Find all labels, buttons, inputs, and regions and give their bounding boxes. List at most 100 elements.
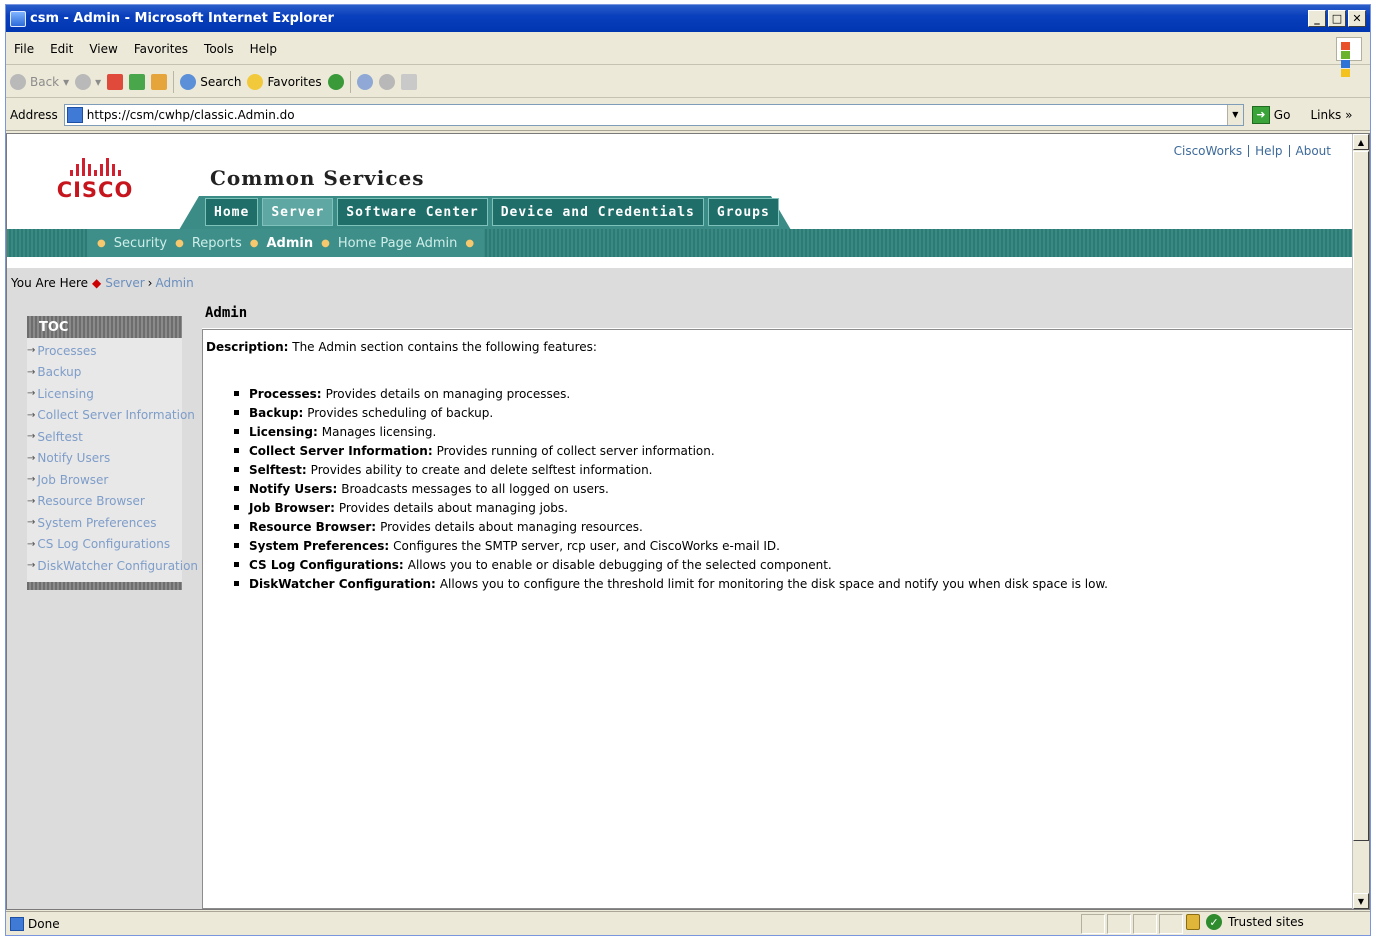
- top-link-ciscoworks[interactable]: CiscoWorks: [1174, 144, 1243, 158]
- menu-edit[interactable]: Edit: [42, 42, 81, 56]
- toc-item-collect-server-information[interactable]: → Collect Server Information: [27, 405, 195, 427]
- scroll-up-icon[interactable]: ▲: [1353, 134, 1369, 150]
- title-bar: csm - Admin - Microsoft Internet Explore…: [6, 5, 1370, 32]
- minimize-button[interactable]: _: [1308, 10, 1326, 27]
- toc-item-label: Notify Users: [37, 451, 111, 466]
- feature-text: Provides running of collect server infor…: [436, 443, 715, 458]
- bullet-icon: [234, 581, 239, 586]
- tab-device-and-credentials[interactable]: Device and Credentials: [491, 198, 704, 226]
- toc-panel: TOC → Processes → Backup → Licensing → Colle…: [27, 316, 198, 590]
- browser-window: csm - Admin - Microsoft Internet Explore…: [5, 4, 1371, 936]
- status-bar: Done ✓ Trusted sites: [6, 911, 1370, 935]
- toc-item-label: Resource Browser: [37, 494, 145, 509]
- search-button[interactable]: Search: [180, 73, 241, 90]
- feature-text: Broadcasts messages to all logged on use…: [341, 481, 609, 496]
- toc-item-licensing[interactable]: → Licensing: [27, 383, 182, 405]
- feature-text: Provides details about managing resource…: [380, 519, 643, 534]
- page-viewport: CISCO Common Services CiscoWorks Help Ab…: [6, 133, 1370, 910]
- favorites-button[interactable]: Favorites: [247, 73, 322, 90]
- list-item: Backup: Provides scheduling of backup.: [234, 403, 1349, 422]
- toc-item-system-preferences[interactable]: → System Preferences: [27, 512, 182, 534]
- link-divider: [1288, 145, 1290, 157]
- list-item: Resource Browser: Provides details about …: [234, 517, 1349, 536]
- scroll-down-icon[interactable]: ▼: [1353, 893, 1369, 909]
- toc-item-diskwatcher-configuration[interactable]: → DiskWatcher Configuration: [27, 555, 198, 577]
- toc-item-selftest[interactable]: → Selftest: [27, 426, 182, 448]
- menu-bar: File Edit View Favorites Tools Help: [6, 33, 1370, 77]
- toc-item-label: System Preferences: [37, 515, 157, 530]
- breadcrumb-arrow-icon: ›: [147, 276, 153, 290]
- window-title: csm - Admin - Microsoft Internet Explore…: [30, 11, 334, 26]
- status-text: Done: [28, 916, 60, 931]
- toc-item-label: Backup: [37, 365, 82, 380]
- breadcrumb-admin[interactable]: Admin: [155, 276, 193, 290]
- page-header: CISCO Common Services CiscoWorks Help Ab…: [7, 134, 1353, 230]
- go-button[interactable]: ➜ Go: [1251, 105, 1290, 124]
- maximize-button[interactable]: □: [1328, 10, 1346, 27]
- toc-item-backup[interactable]: → Backup: [27, 362, 182, 384]
- history-icon[interactable]: [327, 73, 344, 90]
- zone-label: Trusted sites: [1228, 915, 1304, 929]
- search-icon: [180, 73, 197, 90]
- arrow-icon: →: [27, 452, 36, 464]
- tab-software-center[interactable]: Software Center: [337, 198, 488, 226]
- description: Description: The Admin section contains …: [206, 340, 1349, 354]
- tab-server[interactable]: Server: [262, 198, 334, 226]
- toc-item-label: Job Browser: [37, 472, 109, 487]
- page-title: Admin: [202, 298, 1353, 328]
- mail-icon[interactable]: [356, 73, 373, 90]
- toc-item-notify-users[interactable]: → Notify Users: [27, 448, 182, 470]
- edit-icon[interactable]: [400, 73, 417, 90]
- toc-item-resource-browser[interactable]: → Resource Browser: [27, 491, 182, 513]
- toc-item-label: Selftest: [37, 429, 83, 444]
- scroll-thumb[interactable]: [1353, 151, 1369, 841]
- toc-item-job-browser[interactable]: → Job Browser: [27, 469, 182, 491]
- bullet-icon: [234, 448, 239, 453]
- toc-sidebar: TOC → Processes → Backup → Licensing → Colle…: [7, 298, 202, 909]
- feature-text: Manages licensing.: [321, 424, 437, 439]
- back-button[interactable]: Back ▾: [10, 73, 69, 90]
- toc-item-cs-log-configurations[interactable]: → CS Log Configurations: [27, 534, 182, 556]
- top-link-about[interactable]: About: [1296, 144, 1331, 158]
- arrow-icon: →: [27, 431, 36, 443]
- tab-groups[interactable]: Groups: [707, 198, 779, 226]
- subnav-security[interactable]: Security: [114, 236, 167, 251]
- links-button[interactable]: Links »: [1310, 108, 1352, 122]
- top-link-help[interactable]: Help: [1255, 144, 1282, 158]
- bullet-icon: [234, 505, 239, 510]
- address-dropdown-icon[interactable]: ▼: [1226, 104, 1243, 125]
- address-bar: Address https://csm/cwhp/classic.Admin.d…: [6, 99, 1370, 131]
- menu-help[interactable]: Help: [242, 42, 285, 56]
- standard-toolbar: Back ▾ ▾ Search Favorites: [6, 66, 1370, 98]
- cisco-wordmark: CISCO: [56, 178, 134, 202]
- subnav-reports[interactable]: Reports: [192, 236, 242, 251]
- forward-button[interactable]: ▾: [75, 73, 101, 90]
- breadcrumb-prefix: You Are Here: [11, 276, 89, 290]
- menu-file[interactable]: File: [6, 42, 42, 56]
- vertical-scrollbar[interactable]: ▲ ▼: [1352, 134, 1369, 909]
- address-input[interactable]: https://csm/cwhp/classic.Admin.do ▼: [63, 103, 1244, 126]
- toc-item-label: Processes: [37, 343, 97, 358]
- toolbar-separator: [173, 70, 175, 93]
- subnav-home-page-admin[interactable]: Home Page Admin: [338, 236, 458, 251]
- refresh-icon[interactable]: [129, 73, 146, 90]
- stop-icon[interactable]: [107, 73, 124, 90]
- home-icon[interactable]: [151, 73, 168, 90]
- menu-favorites[interactable]: Favorites: [126, 42, 196, 56]
- subnav-admin[interactable]: Admin: [266, 236, 313, 251]
- menu-view[interactable]: View: [81, 42, 125, 56]
- print-icon[interactable]: [378, 73, 395, 90]
- forward-arrow-icon: [75, 73, 92, 90]
- toc-item-processes[interactable]: → Processes: [27, 340, 182, 362]
- feature-name: CS Log Configurations:: [249, 557, 404, 572]
- arrow-icon: →: [27, 388, 36, 400]
- main-tabs: Home Server Software Center Device and C…: [205, 198, 779, 226]
- toc-footer-bar: [27, 582, 182, 590]
- menu-tools[interactable]: Tools: [196, 42, 242, 56]
- list-item: CS Log Configurations: Allows you to enab…: [234, 555, 1349, 574]
- breadcrumb-server[interactable]: Server: [105, 276, 144, 290]
- feature-text: Allows you to configure the threshold li…: [439, 576, 1108, 591]
- close-button[interactable]: ✕: [1348, 10, 1366, 27]
- tab-home[interactable]: Home: [205, 198, 259, 226]
- top-links: CiscoWorks Help About: [1174, 144, 1331, 158]
